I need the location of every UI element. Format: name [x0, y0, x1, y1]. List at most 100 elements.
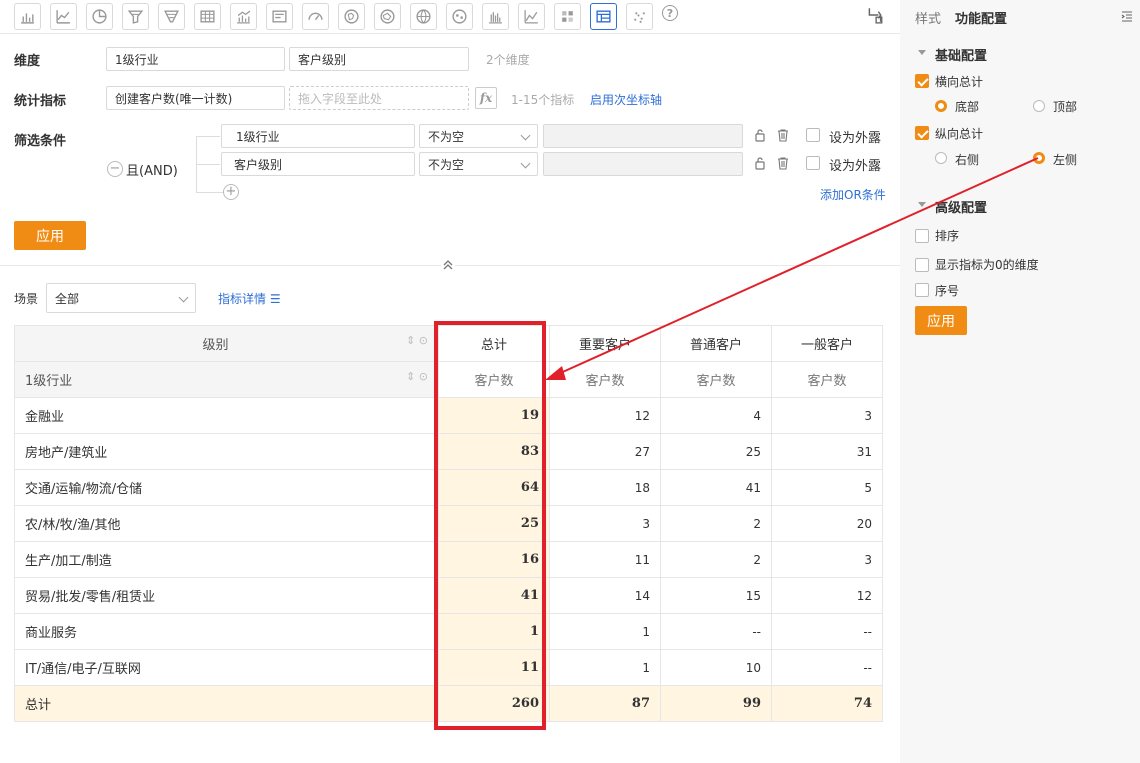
logic-and-label[interactable]: 且(AND) [126, 160, 178, 179]
tab-function[interactable]: 功能配置 [955, 8, 1007, 27]
dimension-field-2[interactable]: 客户级别 [289, 47, 469, 71]
radio-top[interactable] [1033, 100, 1045, 112]
gauge-icon[interactable] [302, 3, 329, 30]
total-cell: 1 [438, 613, 550, 650]
metric-drop-zone[interactable]: 拖入字段至此处 [289, 86, 469, 110]
filter-1-value [543, 124, 743, 148]
funnel-alt-icon[interactable] [158, 3, 185, 30]
grand-total-cell: 260 [438, 685, 550, 722]
chevron-down-icon [520, 130, 531, 141]
table-icon[interactable] [194, 3, 221, 30]
filter-2-expose-checkbox[interactable] [806, 156, 820, 170]
radio-bottom-label: 底部 [955, 100, 980, 114]
value-cell: 12 [549, 397, 661, 434]
help-icon[interactable]: ? [662, 5, 678, 21]
trash-icon[interactable] [776, 156, 790, 170]
filter-1-expose-label: 设为外露 [829, 131, 882, 146]
value-cell: 10 [660, 649, 772, 686]
formula-icon[interactable]: fx [475, 87, 497, 109]
scatter-icon[interactable] [626, 3, 653, 30]
config-panel [900, 0, 1140, 763]
value-cell: 15 [660, 577, 772, 614]
line-chart-icon[interactable] [50, 3, 77, 30]
add-or-condition-link[interactable]: 添加OR条件 [820, 186, 886, 203]
dimension-field-1[interactable]: 1级行业 [106, 47, 285, 71]
add-filter-icon[interactable]: + [223, 184, 239, 200]
basic-config-title: 基础配置 [935, 49, 988, 64]
total-cell: 41 [438, 577, 550, 614]
col-header-important[interactable]: 重要客户 [549, 325, 661, 362]
metric-detail-link[interactable]: 指标详情 ☰ [218, 290, 281, 307]
row-label: 商业服务 [14, 613, 439, 650]
row-header-level[interactable]: 级别 ⇕ ⊙ [14, 325, 439, 362]
sort-checkbox[interactable] [915, 229, 929, 243]
metric-count-hint: 1-15个指标 [511, 93, 575, 107]
scene-select[interactable]: 全部 [46, 283, 196, 313]
area-chart-icon[interactable] [518, 3, 545, 30]
text-card-icon[interactable] [266, 3, 293, 30]
funnel-icon[interactable] [122, 3, 149, 30]
vertical-total-label: 纵向总计 [935, 127, 984, 141]
area-map-icon[interactable] [446, 3, 473, 30]
total-cell: 11 [438, 649, 550, 686]
filter-1-expose-checkbox[interactable] [806, 128, 820, 142]
advanced-config-title: 高级配置 [935, 201, 988, 216]
secondary-axis-link[interactable]: 启用次坐标轴 [590, 91, 662, 108]
serial-label: 序号 [935, 284, 960, 298]
grand-total-cell: 99 [660, 685, 772, 722]
combo-chart-icon[interactable] [230, 3, 257, 30]
row-subheader-industry[interactable]: 1级行业 ⇕ ⊙ [14, 361, 439, 398]
sub-header: 客户数 [438, 361, 550, 398]
caret-down-icon[interactable] [918, 202, 926, 207]
value-cell: 27 [549, 433, 661, 470]
radio-bottom[interactable] [935, 100, 947, 112]
filter-1-operator[interactable]: 不为空 [419, 124, 538, 148]
metric-field-1[interactable]: 创建客户数(唯一计数) [106, 86, 285, 110]
collapse-group-icon[interactable]: − [107, 161, 123, 177]
pie-chart-icon[interactable] [86, 3, 113, 30]
table-header-row: 级别 ⇕ ⊙ 总计 重要客户 普通客户 一般客户 [14, 325, 883, 362]
col-header-total[interactable]: 总计 [438, 325, 550, 362]
world-map-icon[interactable] [410, 3, 437, 30]
col-header-normal[interactable]: 普通客户 [660, 325, 772, 362]
filter-2-operator[interactable]: 不为空 [419, 152, 538, 176]
value-cell: 3 [549, 505, 661, 542]
table-row: IT/通信/电子/互联网 11 1 10 -- [14, 649, 883, 686]
vertical-total-checkbox[interactable] [915, 126, 929, 140]
collapse-up-icon[interactable] [441, 258, 455, 272]
histogram-icon[interactable] [482, 3, 509, 30]
horizontal-total-checkbox[interactable] [915, 74, 929, 88]
col-header-general[interactable]: 一般客户 [771, 325, 883, 362]
scene-label: 场景 [14, 292, 39, 306]
value-cell: 2 [660, 505, 772, 542]
list-icon: ☰ [269, 292, 281, 306]
filter-1-field[interactable]: 1级行业 [221, 124, 415, 148]
tab-style[interactable]: 样式 [915, 8, 941, 27]
apply-button[interactable]: 应用 [14, 221, 86, 250]
map-cn-alt-icon[interactable] [374, 3, 401, 30]
pivot-table-icon[interactable] [590, 3, 617, 30]
value-cell: 3 [771, 397, 883, 434]
heatmap-icon[interactable] [554, 3, 581, 30]
collapse-panel-icon[interactable] [1121, 10, 1133, 22]
sort-icon[interactable]: ⇕ ⊙ [406, 370, 428, 383]
lock-icon[interactable] [753, 128, 767, 142]
bar-chart-icon[interactable] [14, 3, 41, 30]
table-row: 交通/运输/物流/仓储 64 18 41 5 [14, 469, 883, 506]
trash-icon[interactable] [776, 128, 790, 142]
panel-apply-button[interactable]: 应用 [915, 306, 967, 335]
table-subheader-row: 1级行业 ⇕ ⊙ 客户数 客户数 客户数 客户数 [14, 361, 883, 398]
lock-icon[interactable] [753, 156, 767, 170]
sort-icon[interactable]: ⇕ ⊙ [406, 334, 428, 347]
radio-left[interactable] [1033, 152, 1045, 164]
value-cell: 1 [549, 613, 661, 650]
filter-2-field[interactable]: 客户级别 [221, 152, 415, 176]
serial-checkbox[interactable] [915, 283, 929, 297]
swap-axis-icon[interactable] [866, 6, 884, 24]
show-zero-checkbox[interactable] [915, 258, 929, 272]
radio-right[interactable] [935, 152, 947, 164]
caret-down-icon[interactable] [918, 50, 926, 55]
map-cn-icon[interactable] [338, 3, 365, 30]
sub-header: 客户数 [660, 361, 772, 398]
total-cell: 25 [438, 505, 550, 542]
